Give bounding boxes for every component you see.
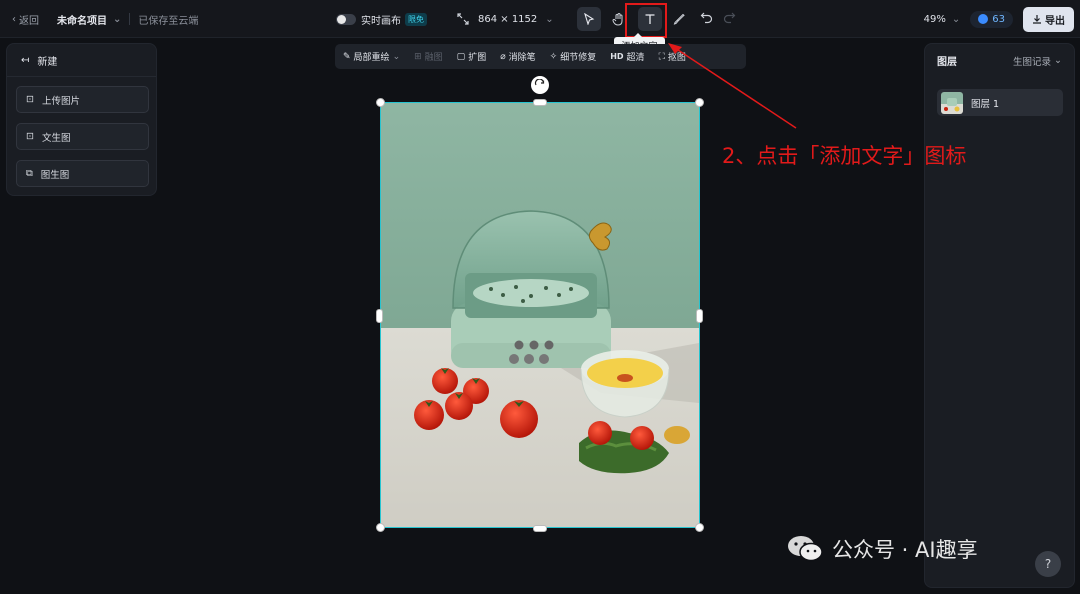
layer-name: 图层 1 — [971, 98, 1000, 110]
detail-repair-button[interactable]: ✧ 细节修复 — [549, 50, 597, 64]
brush-icon — [673, 13, 685, 25]
new-panel-header[interactable]: ↤ 新建 — [7, 44, 156, 77]
project-name-dropdown[interactable]: 未命名项目 ⌄ — [57, 12, 121, 27]
new-panel: ↤ 新建 ⊡ 上传图片 ⊡ 文生图 ⧉ 图生图 — [6, 43, 157, 196]
brush-icon: ✎ — [343, 51, 351, 62]
upload-image-button[interactable]: ⊡ 上传图片 — [16, 86, 149, 113]
resize-handle-bottom-right[interactable] — [695, 523, 704, 532]
eraser-label: 消除笔 — [508, 53, 536, 63]
export-label: 导出 — [1045, 15, 1065, 27]
top-bar-left: ‹ 返回 未命名项目 ⌄ 已保存至云端 — [12, 0, 198, 38]
annotation-arrow — [668, 43, 797, 129]
blend-label: 融图 — [424, 53, 443, 63]
text-to-image-button[interactable]: ⊡ 文生图 — [16, 123, 149, 150]
free-badge: 限免 — [405, 12, 427, 26]
resize-icon — [456, 12, 470, 26]
redo-button[interactable] — [723, 11, 736, 27]
chevron-down-icon: ⌄ — [1054, 55, 1062, 66]
detail-repair-label: 细节修复 — [560, 53, 597, 63]
watermark: 公众号 · AI趣享 — [786, 534, 978, 564]
brush-tool-button[interactable] — [667, 7, 691, 31]
undo-button[interactable] — [700, 11, 713, 27]
resize-handle-bottom-left[interactable] — [376, 523, 385, 532]
credits-count: 63 — [992, 13, 1005, 25]
hand-icon — [612, 12, 622, 26]
rotate-icon — [534, 79, 545, 86]
select-tool-button[interactable] — [577, 7, 601, 31]
watermark-text: 公众号 · AI趣享 — [832, 538, 978, 562]
redo-icon — [723, 12, 736, 24]
canvas-image-layer[interactable] — [380, 102, 700, 528]
zoom-level: 49% — [923, 13, 946, 25]
eraser-icon: ⌀ — [500, 51, 506, 62]
help-button[interactable]: ? — [1035, 551, 1061, 577]
chevron-left-icon: ‹ — [12, 13, 16, 25]
product-photo — [381, 103, 699, 527]
canvas-size-dropdown[interactable]: 864 × 1152 ⌄ — [456, 0, 554, 38]
history-controls — [700, 7, 736, 31]
resize-handle-right[interactable] — [696, 309, 703, 323]
new-panel-title: 新建 — [37, 56, 58, 68]
upload-image-label: 上传图片 — [41, 95, 80, 107]
layers-panel-title: 图层 — [937, 57, 957, 68]
eraser-button[interactable]: ⌀ 消除笔 — [500, 50, 536, 64]
back-label: 返回 — [19, 15, 39, 27]
credits-badge[interactable]: 63 — [970, 10, 1013, 28]
project-name: 未命名项目 — [57, 15, 107, 27]
resize-handle-left[interactable] — [376, 309, 383, 323]
resize-handle-top[interactable] — [533, 99, 547, 106]
upscale-button[interactable]: HD 超清 — [610, 50, 644, 63]
wechat-icon — [786, 534, 824, 564]
upload-image-icon: ⊡ — [26, 94, 34, 105]
canvas-size: 864 × 1152 — [478, 13, 538, 25]
image-to-image-button[interactable]: ⧉ 图生图 — [16, 160, 149, 187]
rotate-handle[interactable] — [531, 76, 549, 94]
expand-icon: ▢ — [456, 51, 466, 62]
resize-handle-bottom[interactable] — [533, 525, 547, 532]
inpaint-button[interactable]: ✎ 局部重绘 ⌄ — [343, 50, 401, 64]
export-button[interactable]: 导出 — [1023, 6, 1074, 32]
layers-panel: 图层 生图记录 ⌄ 图层 1 — [924, 43, 1075, 588]
zoom-dropdown[interactable]: 49% ⌄ — [924, 14, 961, 25]
top-bar: ‹ 返回 未命名项目 ⌄ 已保存至云端 实时画布 限免 864 × 1152 ⌄ — [0, 0, 1080, 38]
chevron-down-icon: ⌄ — [951, 13, 961, 25]
chevron-down-icon: ⌄ — [113, 13, 122, 25]
layer-item[interactable]: 图层 1 — [937, 89, 1063, 116]
chevron-down-icon: ⌄ — [545, 13, 554, 25]
annotation-highlight-box — [625, 3, 667, 38]
blend-button[interactable]: ⊞ 融图 — [414, 50, 443, 64]
image-to-image-label: 图生图 — [40, 169, 70, 181]
realtime-canvas-toggle-group: 实时画布 限免 — [336, 0, 427, 38]
top-bar-right: 49% ⌄ 63 导出 — [924, 0, 1074, 38]
magic-wand-icon: ✧ — [549, 51, 558, 62]
generation-history-label: 生图记录 — [1013, 56, 1052, 68]
divider — [129, 13, 131, 25]
generation-history-dropdown[interactable]: 生图记录 ⌄ — [1013, 54, 1062, 68]
back-button[interactable]: ‹ 返回 — [12, 12, 39, 27]
chevron-down-icon: ⌄ — [392, 51, 401, 62]
expand-label: 扩图 — [468, 53, 487, 63]
text-to-image-icon: ⊡ — [26, 131, 34, 142]
undo-icon — [700, 12, 713, 24]
expand-button[interactable]: ▢ 扩图 — [456, 50, 487, 64]
layer-thumbnail — [941, 91, 963, 114]
realtime-canvas-label: 实时画布 — [361, 15, 401, 27]
blend-icon: ⊞ — [414, 51, 422, 62]
cursor-arrow-icon — [584, 13, 595, 25]
layers-panel-header: 图层 生图记录 ⌄ — [925, 44, 1074, 77]
annotation-instruction: 2、点击「添加文字」图标 — [722, 144, 967, 168]
collapse-left-icon: ↤ — [21, 54, 30, 66]
download-icon — [1033, 15, 1041, 24]
upscale-label: 超清 — [626, 53, 645, 63]
hd-icon: HD — [610, 52, 624, 61]
image-to-image-icon: ⧉ — [26, 168, 33, 179]
realtime-canvas-toggle[interactable] — [336, 13, 356, 25]
resize-handle-top-left[interactable] — [376, 98, 385, 107]
inpaint-label: 局部重绘 — [353, 53, 390, 63]
save-status: 已保存至云端 — [138, 15, 199, 27]
text-to-image-label: 文生图 — [41, 132, 71, 144]
credit-icon — [978, 14, 989, 24]
